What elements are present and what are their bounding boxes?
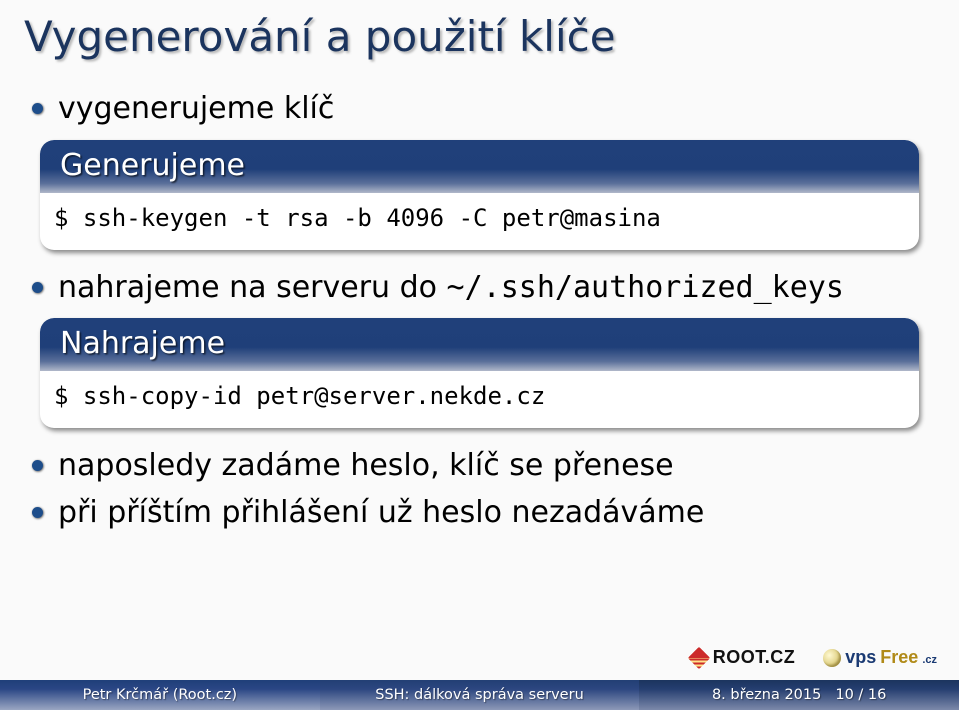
slide: Vygenerování a použití klíče vygenerujem…	[0, 0, 959, 710]
slide-title: Vygenerování a použití klíče	[0, 0, 959, 61]
free-text: Free	[880, 647, 918, 668]
root-diamond-icon	[687, 646, 710, 669]
bullet-text: nahrajeme na serveru do	[58, 270, 447, 305]
vps-text: vps	[845, 647, 876, 668]
root-logo-text: ROOT.CZ	[713, 647, 796, 668]
inline-code: ~/.ssh/authorized_keys	[447, 270, 844, 305]
slide-content: vygenerujeme klíč Generujeme $ ssh-keyge…	[0, 61, 959, 533]
code-block-generate: Generujeme $ ssh-keygen -t rsa -b 4096 -…	[40, 140, 919, 250]
bullet-list: nahrajeme na serveru do ~/.ssh/authorize…	[32, 268, 927, 309]
block-heading: Nahrajeme	[40, 318, 919, 371]
vpsfree-logo: vpsFree .cz	[823, 647, 937, 668]
globe-icon	[823, 649, 841, 667]
block-code: $ ssh-keygen -t rsa -b 4096 -C petr@masi…	[40, 193, 919, 250]
logo-row: ROOT.CZ vpsFree .cz	[691, 647, 937, 668]
footer-title: SSH: dálková správa serveru	[320, 680, 640, 710]
bullet-item: naposledy zadáme heslo, klíč se přenese	[58, 446, 927, 487]
bullet-item: vygenerujeme klíč	[58, 89, 927, 130]
bullet-item: nahrajeme na serveru do ~/.ssh/authorize…	[58, 268, 927, 309]
footer-date: 8. března 2015	[712, 687, 821, 703]
footer-date-page: 8. března 2015 10 / 16	[639, 680, 959, 710]
block-code: $ ssh-copy-id petr@server.nekde.cz	[40, 371, 919, 428]
footer-page-number: 10 / 16	[835, 687, 886, 703]
slide-footer: Petr Krčmář (Root.cz) SSH: dálková správ…	[0, 680, 959, 710]
bullet-item: při příštím přihlášení už heslo nezadává…	[58, 493, 927, 534]
footer-author: Petr Krčmář (Root.cz)	[0, 680, 320, 710]
cz-text: .cz	[922, 654, 937, 666]
block-heading: Generujeme	[40, 140, 919, 193]
code-block-upload: Nahrajeme $ ssh-copy-id petr@server.nekd…	[40, 318, 919, 428]
root-logo: ROOT.CZ	[691, 647, 796, 668]
bullet-list: naposledy zadáme heslo, klíč se přenese …	[32, 446, 927, 533]
bullet-list: vygenerujeme klíč	[32, 89, 927, 130]
